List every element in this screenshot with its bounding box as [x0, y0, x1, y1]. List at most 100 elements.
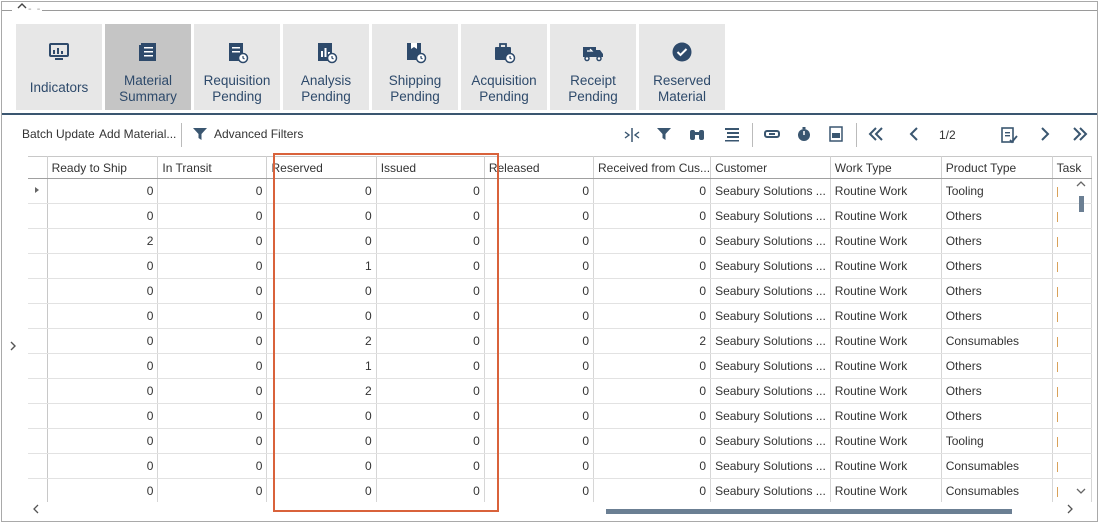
scroll-down-icon[interactable]	[1076, 487, 1086, 498]
table-cell[interactable]: 0	[376, 353, 485, 379]
table-cell[interactable]: 0	[376, 403, 485, 429]
column-header-in-transit[interactable]: In Transit	[157, 156, 268, 179]
table-cell[interactable]: Consumables	[941, 478, 1053, 502]
filter-icon[interactable]	[656, 126, 674, 144]
table-cell[interactable]: 0	[376, 428, 485, 454]
table-cell[interactable]: Routine Work	[830, 228, 942, 254]
table-cell[interactable]: 0	[47, 253, 159, 279]
table-cell[interactable]: Others	[941, 353, 1053, 379]
table-cell[interactable]: 0	[157, 278, 268, 304]
table-cell[interactable]: 0	[47, 278, 159, 304]
table-cell[interactable]: 0	[266, 478, 377, 502]
advanced-filters-button[interactable]: Advanced Filters	[214, 127, 303, 141]
table-cell[interactable]: Others	[941, 253, 1053, 279]
table-cell[interactable]: 1	[266, 253, 377, 279]
table-cell[interactable]: 0	[376, 278, 485, 304]
table-cell[interactable]: Seabury Solutions ...	[710, 203, 831, 229]
table-cell[interactable]: Routine Work	[830, 353, 942, 379]
table-cell[interactable]: 0	[266, 453, 377, 479]
table-cell[interactable]: 0	[376, 303, 485, 329]
tile-shipping-pending[interactable]: Shipping Pending	[372, 24, 458, 110]
column-header-task[interactable]: Task	[1052, 156, 1092, 179]
table-cell[interactable]: Seabury Solutions ...	[710, 353, 831, 379]
table-row[interactable]: 2 0 0 0 0 0 Seabury Solutions ... Routine Work O…	[28, 228, 1092, 254]
column-header-customer[interactable]: Customer	[710, 156, 831, 179]
table-row[interactable]: 0 0 0 0 0 0 Seabury Solutions ... Routine Work O…	[28, 278, 1092, 304]
table-cell[interactable]: 0	[376, 378, 485, 404]
table-row[interactable]: 0 0 1 0 0 0 Seabury Solutions ... Routine Work O…	[28, 253, 1092, 279]
tile-acquisition-pending[interactable]: Acquisition Pending	[461, 24, 547, 110]
table-cell[interactable]: 0	[47, 303, 159, 329]
table-cell[interactable]: 0	[593, 478, 712, 502]
list-icon[interactable]	[724, 126, 742, 144]
table-row[interactable]: 0 0 0 0 0 0 Seabury Solutions ... Routine Work C…	[28, 478, 1092, 502]
tile-reserved-material[interactable]: Reserved Material	[639, 24, 725, 110]
table-cell[interactable]: 2	[266, 328, 377, 354]
table-cell[interactable]: 0	[266, 303, 377, 329]
tile-receipt-pending[interactable]: Receipt Pending	[550, 24, 636, 110]
table-cell[interactable]: 0	[593, 303, 712, 329]
table-cell[interactable]: Seabury Solutions ...	[710, 253, 831, 279]
table-row[interactable]: 0 0 0 0 0 0 Seabury Solutions ... Routine Work C…	[28, 453, 1092, 479]
table-cell[interactable]: 0	[484, 328, 595, 354]
table-cell[interactable]: 0	[593, 253, 712, 279]
table-cell[interactable]: Seabury Solutions ...	[710, 428, 831, 454]
table-cell[interactable]: 0	[484, 478, 595, 502]
table-cell[interactable]: 0	[484, 203, 595, 229]
table-cell[interactable]: 0	[157, 378, 268, 404]
table-cell[interactable]: Routine Work	[830, 478, 942, 502]
table-cell[interactable]: 0	[157, 428, 268, 454]
horizontal-scrollbar[interactable]	[28, 503, 1076, 519]
table-cell[interactable]: 0	[47, 178, 159, 204]
table-row[interactable]: 0 0 0 0 0 0 Seabury Solutions ... Routine Work O…	[28, 303, 1092, 329]
last-page-icon[interactable]	[1071, 126, 1089, 144]
table-cell[interactable]: Seabury Solutions ...	[710, 478, 831, 502]
table-row[interactable]: 0 0 1 0 0 0 Seabury Solutions ... Routine Work O…	[28, 353, 1092, 379]
table-cell[interactable]: 0	[157, 328, 268, 354]
table-cell[interactable]: Tooling	[941, 428, 1053, 454]
table-cell[interactable]: 0	[593, 403, 712, 429]
table-cell[interactable]: Others	[941, 303, 1053, 329]
column-header-issued[interactable]: Issued	[376, 156, 485, 179]
horizontal-scroll-thumb[interactable]	[606, 509, 1012, 514]
table-cell[interactable]: 0	[593, 428, 712, 454]
filter-icon[interactable]	[192, 126, 210, 144]
table-cell[interactable]: Others	[941, 203, 1053, 229]
column-header-product-type[interactable]: Product Type	[941, 156, 1053, 179]
table-cell[interactable]: Seabury Solutions ...	[710, 378, 831, 404]
clipboard-check-icon[interactable]	[1000, 126, 1018, 144]
tile-requisition-pending[interactable]: Requisition Pending	[194, 24, 280, 110]
table-cell[interactable]: Tooling	[941, 178, 1053, 204]
table-cell[interactable]: 0	[593, 203, 712, 229]
table-cell[interactable]: 0	[266, 203, 377, 229]
table-cell[interactable]: Others	[941, 278, 1053, 304]
tile-analysis-pending[interactable]: Analysis Pending	[283, 24, 369, 110]
tile-indicators[interactable]: Indicators	[16, 24, 102, 110]
table-cell[interactable]: 0	[376, 328, 485, 354]
column-header-received-from-customer[interactable]: Received from Cus...	[593, 156, 712, 179]
table-cell[interactable]: Others	[941, 378, 1053, 404]
table-cell[interactable]: 0	[157, 203, 268, 229]
table-cell[interactable]: Others	[941, 403, 1053, 429]
table-row[interactable]: 0 0 0 0 0 0 Seabury Solutions ... Routine Work T…	[28, 428, 1092, 454]
table-cell[interactable]: 0	[157, 228, 268, 254]
vertical-scroll-thumb[interactable]	[1079, 196, 1084, 212]
table-cell[interactable]: Seabury Solutions ...	[710, 228, 831, 254]
table-cell[interactable]: Seabury Solutions ...	[710, 303, 831, 329]
table-cell[interactable]: Routine Work	[830, 303, 942, 329]
column-header-released[interactable]: Released	[484, 156, 595, 179]
table-row[interactable]: 0 0 0 0 0 0 Seabury Solutions ... Routine Work O…	[28, 403, 1092, 429]
expand-side-panel-icon[interactable]	[9, 340, 17, 355]
table-cell[interactable]: Routine Work	[830, 403, 942, 429]
first-page-icon[interactable]	[867, 126, 885, 144]
batch-update-button[interactable]: Batch Update	[22, 127, 95, 141]
table-cell[interactable]: Others	[941, 228, 1053, 254]
table-cell[interactable]: Routine Work	[830, 278, 942, 304]
scroll-right-icon[interactable]	[1066, 504, 1074, 517]
table-cell[interactable]: 0	[47, 378, 159, 404]
table-cell[interactable]: 0	[47, 353, 159, 379]
column-header-work-type[interactable]: Work Type	[830, 156, 942, 179]
table-cell[interactable]: 0	[376, 228, 485, 254]
table-cell[interactable]: 0	[484, 303, 595, 329]
table-cell[interactable]: 0	[484, 403, 595, 429]
